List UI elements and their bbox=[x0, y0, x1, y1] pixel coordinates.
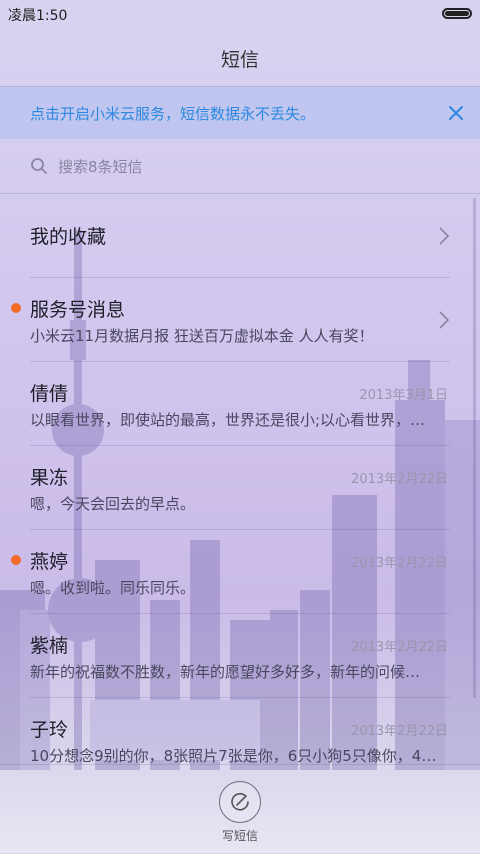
contact-name: 子玲 bbox=[30, 719, 69, 741]
contact-name: 我的收藏 bbox=[30, 226, 107, 248]
close-icon[interactable] bbox=[444, 101, 468, 125]
conversation-row[interactable]: 紫楠 2013年2月22日新年的祝福数不胜数，新年的愿望好多好多，新年的问候… bbox=[0, 614, 480, 698]
message-date: 2013年3月1日 bbox=[359, 388, 448, 403]
conversation-row[interactable]: 我的收藏 bbox=[0, 194, 480, 278]
conversation-row[interactable]: 燕婷 2013年2月22日嗯。收到啦。同乐同乐。 bbox=[0, 530, 480, 614]
message-preview: 嗯。收到啦。同乐同乐。 bbox=[30, 579, 196, 597]
compose-button[interactable] bbox=[219, 781, 261, 823]
unread-dot-icon bbox=[11, 555, 21, 565]
chevron-right-icon bbox=[439, 311, 450, 329]
search-icon bbox=[31, 158, 47, 174]
contact-name: 服务号消息 bbox=[30, 299, 126, 321]
message-preview: 嗯，今天会回去的早点。 bbox=[30, 495, 196, 513]
conversation-list: 我的收藏服务号消息小米云11月数据月报 狂送百万虚拟本金 人人有奖！ 倩倩 2013… bbox=[0, 194, 480, 764]
conversation-row[interactable]: 果冻 2013年2月22日嗯，今天会回去的早点。 bbox=[0, 446, 480, 530]
message-preview: 10分想念9别的你，8张照片7张是你，6只小狗5只像你，4… bbox=[30, 747, 437, 764]
status-time: 凌晨1:50 bbox=[8, 8, 68, 24]
scrollbar[interactable] bbox=[473, 198, 476, 698]
message-date: 2013年2月22日 bbox=[351, 472, 448, 487]
message-preview: 小米云11月数据月报 狂送百万虚拟本金 人人有奖！ bbox=[30, 327, 374, 345]
search-bar[interactable]: 搜索8条短信 bbox=[0, 139, 480, 194]
contact-name: 倩倩 bbox=[30, 383, 69, 405]
compose-label: 写短信 bbox=[221, 829, 258, 843]
conversation-row[interactable]: 服务号消息小米云11月数据月报 狂送百万虚拟本金 人人有奖！ bbox=[0, 278, 480, 362]
message-preview: 新年的祝福数不胜数，新年的愿望好多好多，新年的问候… bbox=[30, 663, 421, 681]
compose-icon bbox=[231, 792, 249, 811]
banner-text[interactable]: 点击开启小米云服务，短信数据永不丢失。 bbox=[30, 103, 315, 124]
unread-dot-icon bbox=[11, 303, 21, 313]
message-date: 2013年2月22日 bbox=[351, 556, 448, 571]
cloud-service-banner[interactable]: 点击开启小米云服务，短信数据永不丢失。 bbox=[0, 87, 480, 139]
message-date: 2013年2月22日 bbox=[351, 724, 448, 739]
status-bar: 凌晨1:50 bbox=[0, 0, 480, 28]
battery-icon bbox=[442, 8, 472, 19]
search-input[interactable]: 搜索8条短信 bbox=[58, 156, 143, 177]
chevron-right-icon bbox=[439, 227, 450, 245]
contact-name: 果冻 bbox=[30, 467, 69, 489]
message-date: 2013年2月22日 bbox=[351, 640, 448, 655]
page-title: 短信 bbox=[220, 49, 259, 71]
bottom-bar: 写短信 bbox=[0, 764, 480, 854]
conversation-row[interactable]: 倩倩 2013年3月1日以眼看世界，即使站的最高，世界还是很小;以心看世界，… bbox=[0, 362, 480, 446]
header: 短信 bbox=[0, 28, 480, 87]
message-preview: 以眼看世界，即使站的最高，世界还是很小;以心看世界，… bbox=[30, 411, 426, 429]
contact-name: 燕婷 bbox=[30, 551, 69, 573]
contact-name: 紫楠 bbox=[30, 635, 69, 657]
conversation-row[interactable]: 子玲 2013年2月22日 10分想念9别的你，8张照片7张是你，6只小狗5只像你，… bbox=[0, 698, 480, 764]
